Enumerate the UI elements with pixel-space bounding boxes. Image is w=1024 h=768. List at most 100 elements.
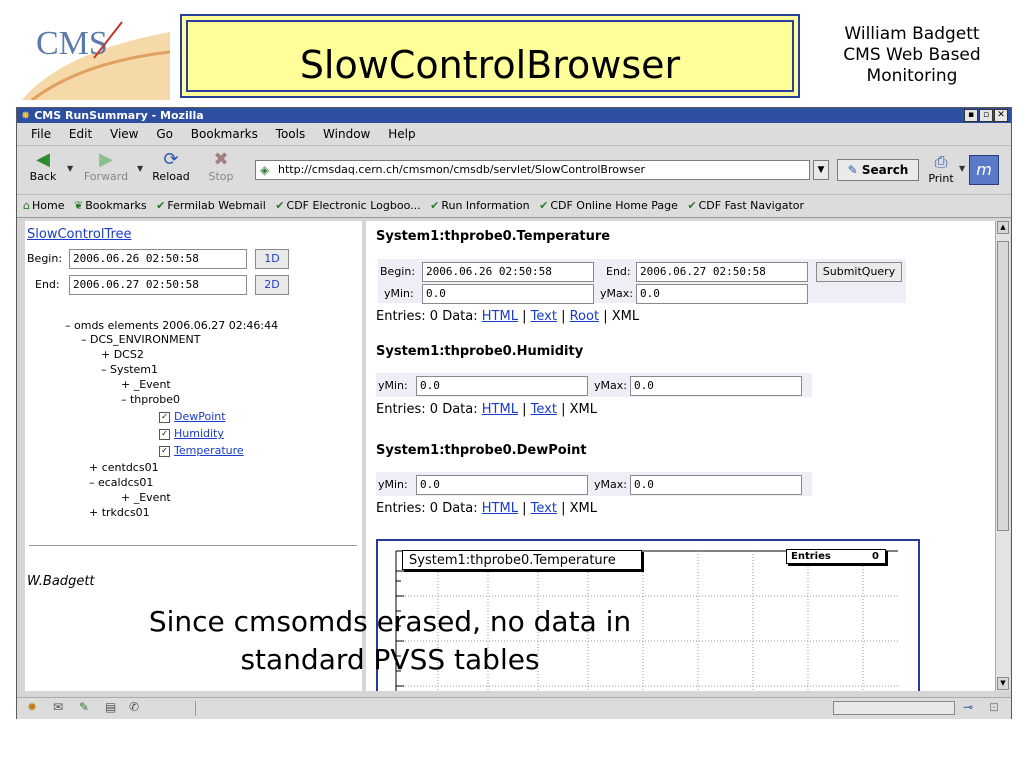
addressbook-icon[interactable]: ▤ — [105, 700, 116, 714]
print-button[interactable]: ⎙ Print — [923, 152, 959, 185]
menu-bookmarks[interactable]: Bookmarks — [191, 123, 258, 145]
scroll-thumb[interactable] — [997, 241, 1009, 531]
humidity-link[interactable]: Humidity — [174, 427, 224, 440]
mozilla-logo-icon[interactable]: m — [969, 155, 999, 185]
svg-text:CMS: CMS — [36, 25, 108, 62]
menu-file[interactable]: File — [31, 123, 51, 145]
entries-prefix: Entries: 0 Data: — [376, 501, 478, 516]
begin-input[interactable]: 2006.06.26 02:50:58 — [69, 249, 247, 269]
hum-text-link[interactable]: Text — [531, 402, 557, 417]
entries-prefix: Entries: 0 Data: — [376, 309, 478, 324]
progress-bar — [833, 701, 955, 715]
plot-1d-button[interactable]: 1D — [255, 249, 289, 269]
tree-node-event[interactable]: + _Event — [121, 378, 171, 391]
plot-title-box: System1:thprobe0.Temperature — [402, 550, 642, 570]
forward-dropdown-icon[interactable]: ▼ — [137, 164, 143, 173]
search-button[interactable]: ✎ Search — [837, 159, 919, 181]
dewpoint-link[interactable]: DewPoint — [174, 410, 226, 423]
temp-ymin-label: yMin: — [384, 287, 414, 300]
temp-root-link[interactable]: Root — [570, 309, 599, 324]
temp-end-input[interactable]: 2006.06.27 02:50:58 — [636, 262, 808, 282]
humidity-checkbox[interactable]: ✓ — [159, 428, 170, 440]
temp-ymax-label: yMax: — [600, 287, 633, 300]
tree-node-event-ecal[interactable]: + _Event — [121, 491, 171, 504]
end-input[interactable]: 2006.06.27 02:50:58 — [69, 275, 247, 295]
bookmark-bookmarks[interactable]: ❦ Bookmarks — [74, 195, 147, 217]
url-dropdown-button[interactable]: ▼ — [813, 160, 829, 180]
tree-item-temperature: ✓ Temperature — [159, 444, 244, 457]
temp-text-link[interactable]: Text — [531, 309, 557, 324]
bookmark-icon: ✔ — [430, 199, 440, 212]
reload-button[interactable]: ⟳ Reload — [147, 149, 195, 184]
tree-node-dcs-environment[interactable]: – DCS_ENVIRONMENT — [81, 333, 201, 346]
forward-arrow-icon: ▶ — [99, 149, 113, 170]
slow-control-tree-link[interactable]: SlowControlTree — [27, 227, 132, 242]
maximize-button[interactable]: ▫ — [979, 109, 993, 122]
stop-button[interactable]: ✖ Stop — [197, 150, 245, 184]
bookmark-fermilab-webmail[interactable]: ✔ Fermilab Webmail — [156, 195, 266, 217]
temp-entries-line: Entries: 0 Data: HTML | Text | Root | XM… — [376, 309, 639, 324]
temp-ymin-input[interactable]: 0.0 — [422, 284, 594, 304]
reload-icon: ⟳ — [163, 149, 179, 170]
back-button[interactable]: ◀ Back — [19, 149, 67, 184]
tree-node-ecaldcs01[interactable]: – ecaldcs01 — [89, 476, 153, 489]
tree-node-thprobe0[interactable]: – thprobe0 — [121, 393, 180, 406]
menu-help[interactable]: Help — [388, 123, 415, 145]
entries-prefix: Entries: 0 Data: — [376, 402, 478, 417]
navigator-icon[interactable]: ✸ — [27, 700, 37, 714]
plot-2d-button[interactable]: 2D — [255, 275, 289, 295]
dew-html-link[interactable]: HTML — [482, 501, 518, 516]
tree-node-trkdcs01[interactable]: + trkdcs01 — [89, 506, 150, 519]
tree-node-dcs2[interactable]: + DCS2 — [101, 348, 144, 361]
navigation-toolbar: ◀ Back ▼ ▶ Forward ▼ ⟳ Reload ✖ Stop ◈ ht… — [17, 146, 1011, 195]
dew-text-link[interactable]: Text — [531, 501, 557, 516]
chat-icon[interactable]: ✆ — [129, 700, 139, 714]
bookmark-home[interactable]: ⌂ Home — [23, 195, 64, 217]
close-button[interactable]: ✕ — [994, 109, 1008, 122]
hum-ymax-input[interactable]: 0.0 — [630, 376, 802, 396]
online-icon[interactable]: ⊸ — [963, 700, 973, 714]
back-dropdown-icon[interactable]: ▼ — [67, 164, 73, 173]
composer-icon[interactable]: ✎ — [79, 700, 89, 714]
tree-node-centdcs01[interactable]: + centdcs01 — [89, 461, 159, 474]
menu-view[interactable]: View — [110, 123, 138, 145]
bookmarks-toolbar: ⌂ Home ❦ Bookmarks ✔ Fermilab Webmail ✔ CDF … — [17, 195, 1011, 218]
mail-icon[interactable]: ✉ — [53, 700, 63, 714]
bookmark-cdf-fast-navigator[interactable]: ✔ CDF Fast Navigator — [687, 195, 804, 217]
tree-item-humidity: ✓ Humidity — [159, 427, 224, 440]
print-dropdown-icon[interactable]: ▼ — [959, 164, 965, 173]
scroll-down-icon[interactable]: ▼ — [997, 677, 1009, 690]
back-arrow-icon: ◀ — [36, 149, 50, 170]
menu-tools[interactable]: Tools — [276, 123, 306, 145]
cms-logo: CMS — [22, 12, 171, 102]
scroll-up-icon[interactable]: ▲ — [997, 221, 1009, 234]
bookmark-icon: ✔ — [539, 199, 549, 212]
submit-query-button[interactable]: SubmitQuery — [816, 262, 902, 282]
hum-ymin-input[interactable]: 0.0 — [416, 376, 588, 396]
temperature-link[interactable]: Temperature — [174, 444, 244, 457]
temperature-checkbox[interactable]: ✓ — [159, 445, 170, 457]
hum-html-link[interactable]: HTML — [482, 402, 518, 417]
vertical-scrollbar[interactable]: ▲ ▼ — [995, 221, 1010, 691]
menu-edit[interactable]: Edit — [69, 123, 92, 145]
minimize-button[interactable]: ▪ — [964, 109, 978, 122]
temp-begin-input[interactable]: 2006.06.26 02:50:58 — [422, 262, 594, 282]
bookmark-icon: ✔ — [687, 199, 697, 212]
bookmark-cdf-online-home[interactable]: ✔ CDF Online Home Page — [539, 195, 678, 217]
url-input[interactable]: ◈ http://cmsdaq.cern.ch/cmsmon/cmsdb/serv… — [255, 160, 810, 180]
temp-html-link[interactable]: HTML — [482, 309, 518, 324]
bookmark-cdf-logbook[interactable]: ✔ CDF Electronic Logboo... — [275, 195, 420, 217]
forward-button[interactable]: ▶ Forward — [75, 149, 137, 184]
tree-node-system1[interactable]: – System1 — [101, 363, 158, 376]
dew-ymin-input[interactable]: 0.0 — [416, 475, 588, 495]
menu-go[interactable]: Go — [156, 123, 173, 145]
bookmark-icon: ✔ — [275, 199, 285, 212]
dewpoint-checkbox[interactable]: ✓ — [159, 411, 170, 423]
dew-ymax-input[interactable]: 0.0 — [630, 475, 802, 495]
slide-title: SlowControlBrowser — [299, 43, 681, 87]
temp-begin-label: Begin: — [380, 265, 416, 278]
bookmark-run-information[interactable]: ✔ Run Information — [430, 195, 529, 217]
temp-ymax-input[interactable]: 0.0 — [636, 284, 808, 304]
tree-node-omds[interactable]: – omds elements 2006.06.27 02:46:44 — [65, 319, 278, 332]
menu-window[interactable]: Window — [323, 123, 370, 145]
